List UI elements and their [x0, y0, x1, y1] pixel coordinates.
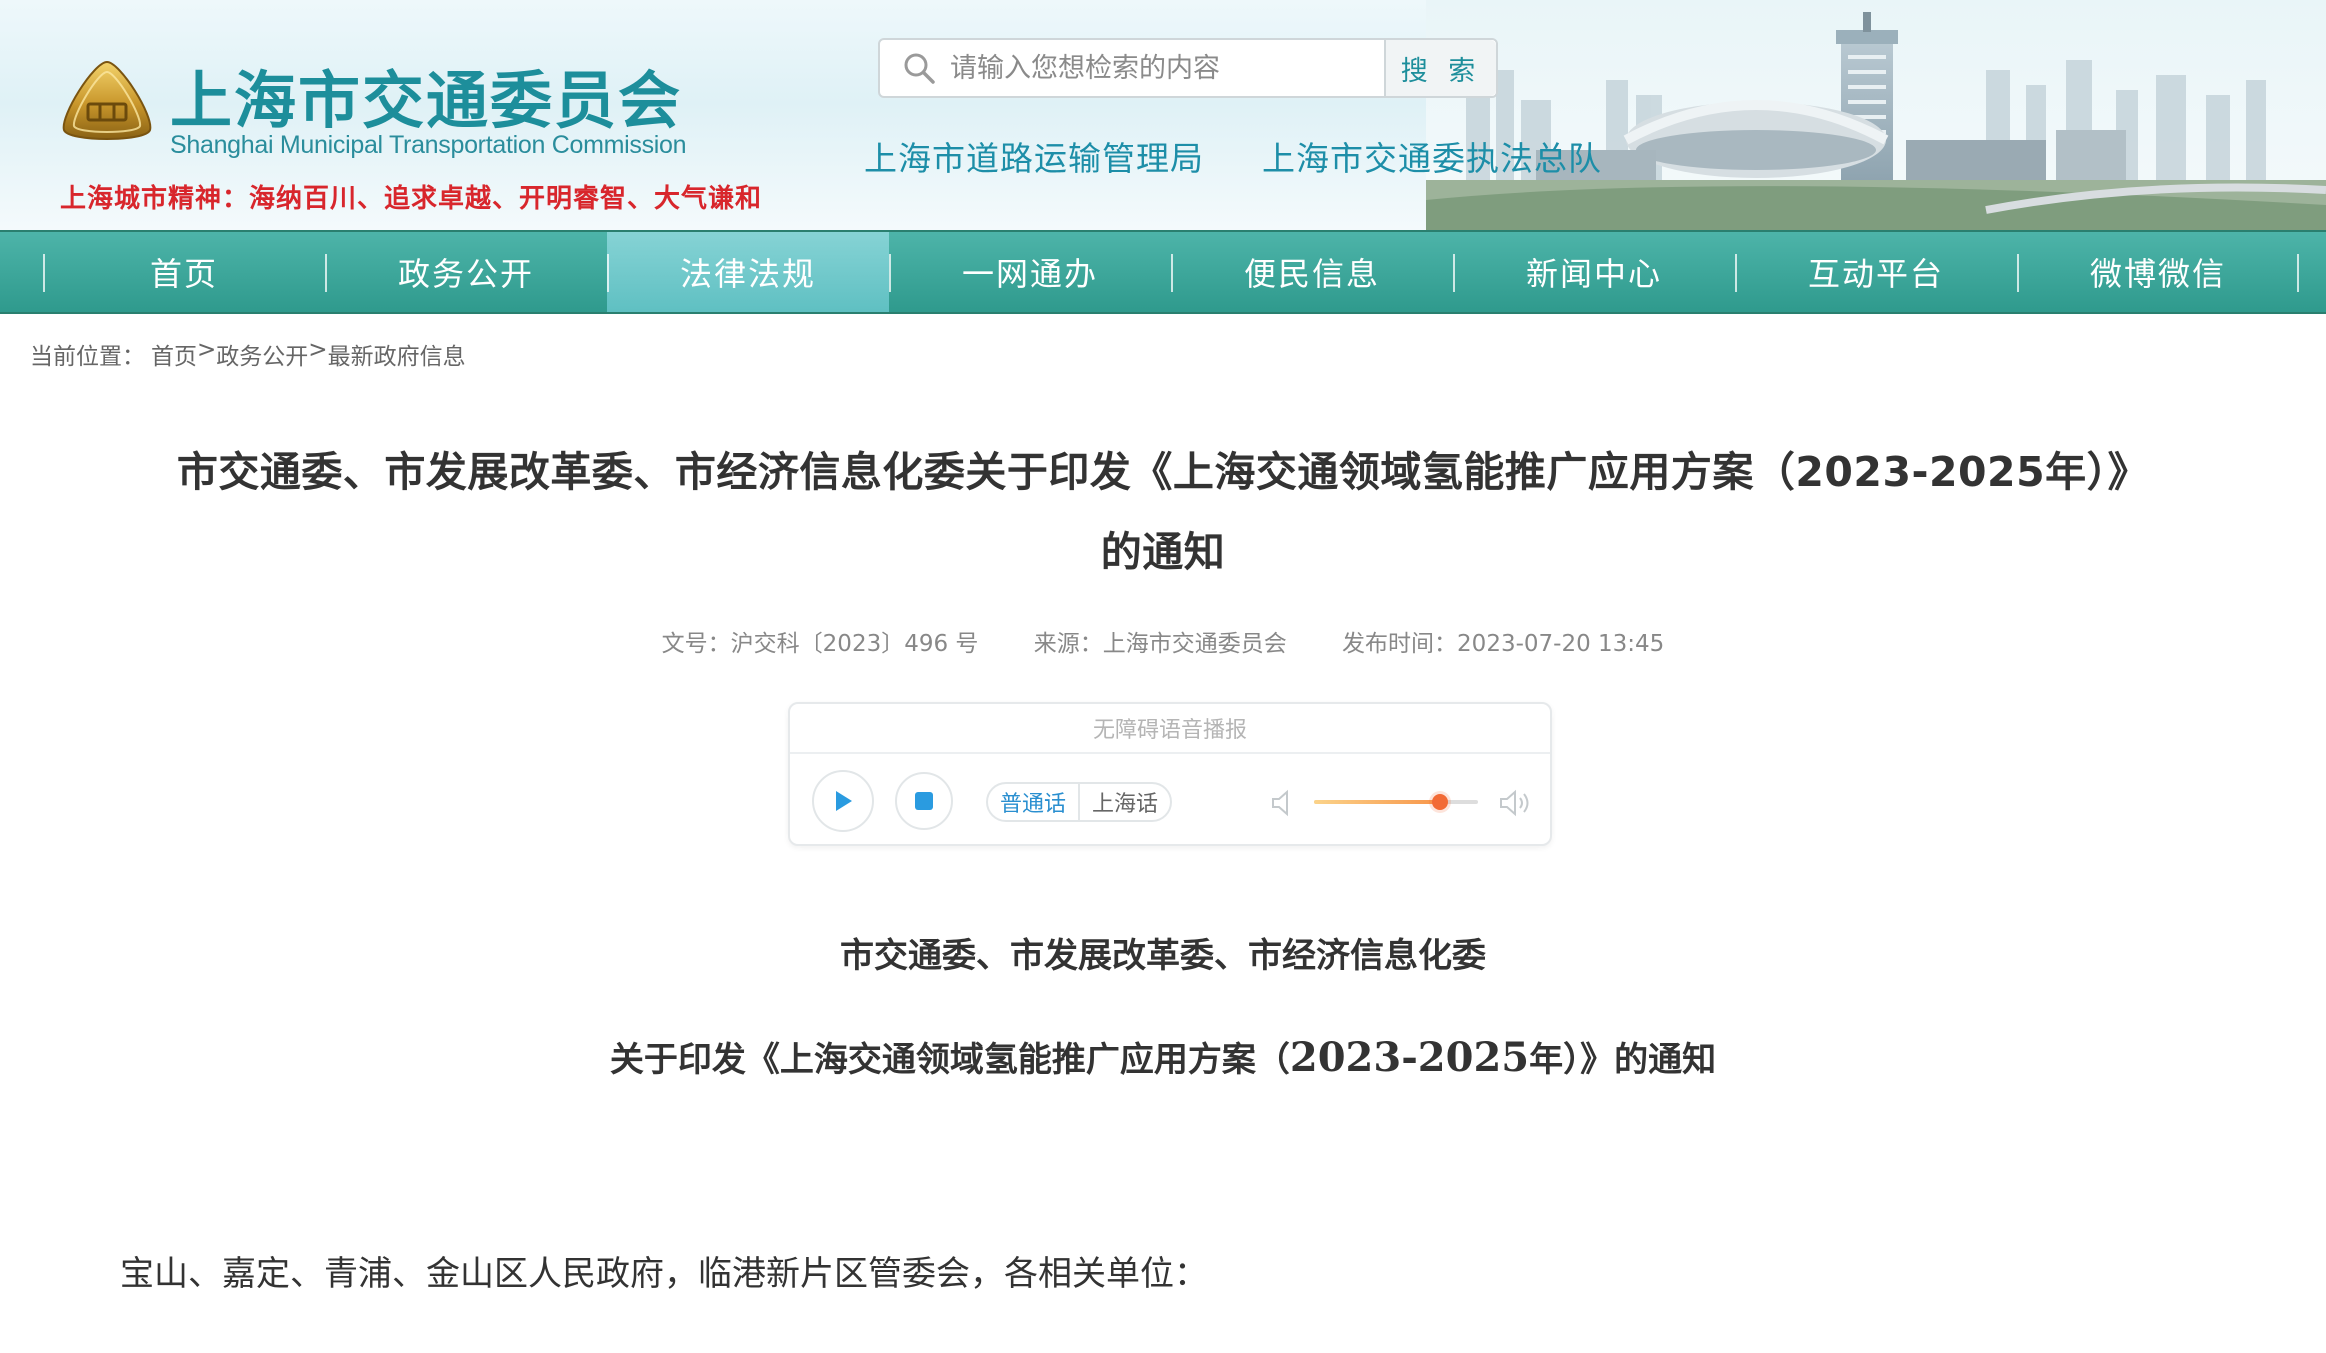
play-button[interactable] — [812, 770, 874, 832]
player-title: 无障碍语音播报 — [790, 704, 1550, 754]
nav-item-interaction[interactable]: 互动平台 — [1735, 232, 2017, 312]
search-bar: 搜 索 — [878, 38, 1498, 98]
city-spirit-slogan: 上海城市精神：海纳百川、追求卓越、开明睿智、大气谦和 — [60, 184, 763, 214]
stop-button[interactable] — [895, 772, 953, 830]
site-subtitle: Shanghai Municipal Transportation Commis… — [170, 131, 687, 159]
city-skyline-banner — [1426, 0, 2326, 230]
publish-time: 发布时间：2023-07-20 13:45 — [1342, 631, 1665, 657]
stop-icon — [915, 792, 933, 810]
heading-prefix: 关于印发《上海交通领域氢能推广应用方案（ — [609, 1040, 1290, 1080]
nav-item-public-info[interactable]: 便民信息 — [1171, 232, 1453, 312]
volume-high-icon[interactable] — [1498, 788, 1532, 818]
search-input[interactable] — [950, 40, 1384, 96]
volume-slider[interactable] — [1314, 794, 1478, 810]
article-meta: 文号：沪交科〔2023〕496 号 来源：上海市交通委员会 发布时间：2023-… — [0, 624, 2326, 658]
site-title: 上海市交通委员会 — [170, 64, 683, 137]
volume-knob[interactable] — [1432, 794, 1449, 810]
volume-low-icon[interactable] — [1270, 788, 1296, 818]
document-subject-heading: 关于印发《上海交通领域氢能推广应用方案（2023-2025年）》的通知 — [0, 1032, 2326, 1081]
accessibility-audio-player: 无障碍语音播报 普通话 上海话 — [788, 702, 1552, 846]
article-title-line1: 市交通委、市发展改革委、市经济信息化委关于印发《上海交通领域氢能推广应用方案（2… — [176, 448, 2150, 496]
breadcrumb-latest-info[interactable]: 最新政府信息 — [328, 337, 466, 371]
nav-item-gov-affairs[interactable]: 政务公开 — [325, 232, 607, 312]
lang-option-mandarin[interactable]: 普通话 — [988, 784, 1081, 820]
volume-fill — [1314, 800, 1441, 804]
player-controls: 普通话 上海话 — [790, 754, 1550, 846]
document-issuers-heading: 市交通委、市发展改革委、市经济信息化委 — [840, 936, 1486, 976]
search-button[interactable]: 搜 索 — [1384, 40, 1496, 96]
breadcrumb: 当前位置： 首页 > 政务公开 > 最新政府信息 — [30, 337, 466, 371]
breadcrumb-prefix: 当前位置： — [30, 344, 145, 370]
lang-option-shanghainese[interactable]: 上海话 — [1080, 784, 1170, 820]
document-salutation: 宝山、嘉定、青浦、金山区人民政府，临港新片区管委会，各相关单位： — [120, 1254, 1208, 1294]
doc-number: 文号：沪交科〔2023〕496 号 — [661, 631, 979, 657]
search-icon — [904, 53, 935, 84]
article-title-line2: 的通知 — [1100, 528, 1226, 576]
breadcrumb-separator: > — [308, 337, 328, 363]
main-nav: 首页 政务公开 法律法规 一网通办 便民信息 新闻中心 互动平台 微博微信 — [0, 230, 2326, 314]
breadcrumb-separator: > — [197, 337, 217, 363]
nav-item-news[interactable]: 新闻中心 — [1453, 232, 1735, 312]
nav-item-online-services[interactable]: 一网通办 — [889, 232, 1171, 312]
article-source: 来源：上海市交通委员会 — [1033, 631, 1287, 657]
play-icon — [836, 791, 852, 811]
nav-item-home[interactable]: 首页 — [43, 232, 325, 312]
road-transport-bureau-link[interactable]: 上海市道路运输管理局 — [864, 132, 1204, 180]
site-header: 上海市交通委员会 Shanghai Municipal Transportati… — [0, 0, 2326, 230]
commission-logo-icon — [62, 60, 152, 140]
heading-suffix: 年）》的通知 — [1529, 1040, 1717, 1080]
language-toggle: 普通话 上海话 — [986, 782, 1173, 822]
breadcrumb-home[interactable]: 首页 — [151, 337, 197, 371]
breadcrumb-gov-affairs[interactable]: 政务公开 — [216, 337, 308, 371]
heading-years: 2023-2025 — [1289, 1034, 1530, 1081]
nav-item-weibo-wechat[interactable]: 微博微信 — [2017, 232, 2299, 312]
article-title: 市交通委、市发展改革委、市经济信息化委关于印发《上海交通领域氢能推广应用方案（2… — [100, 432, 2226, 592]
nav-item-laws[interactable]: 法律法规 — [607, 232, 889, 312]
law-enforcement-team-link[interactable]: 上海市交通委执法总队 — [1262, 132, 1602, 180]
